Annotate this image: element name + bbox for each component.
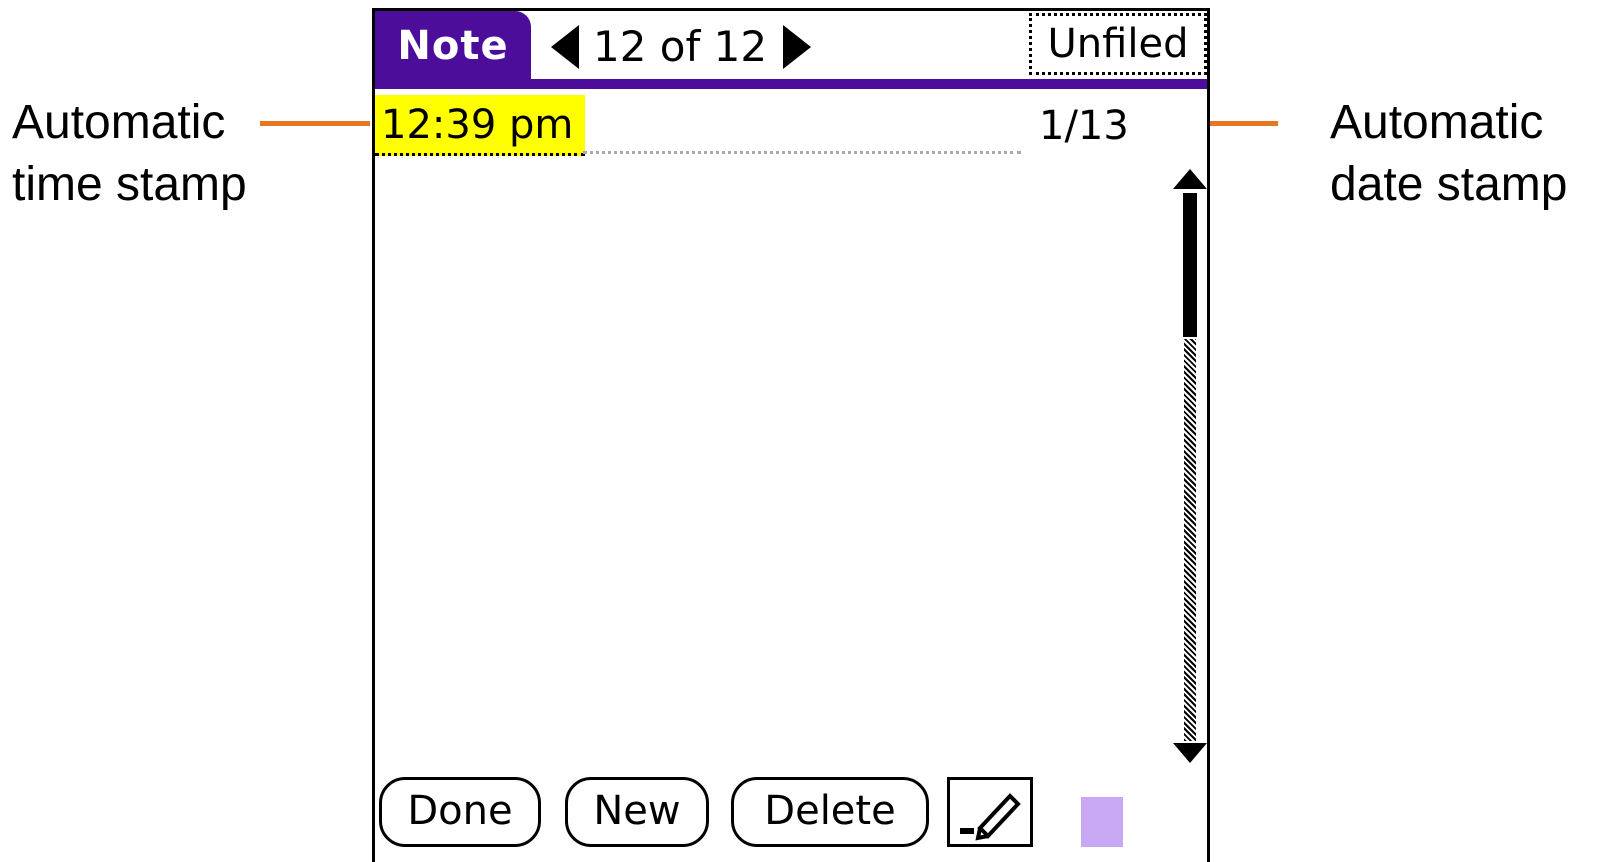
date-stamp-callout: Automatic date stamp [1330, 92, 1567, 216]
note-color-swatch [1081, 797, 1123, 847]
scroll-track[interactable] [1184, 339, 1196, 741]
scrollbar[interactable] [1173, 169, 1207, 769]
date-stamp: 1/13 [1039, 103, 1129, 149]
delete-button[interactable]: Delete [731, 777, 929, 847]
previous-record-arrow-icon[interactable] [551, 25, 579, 69]
note-screen: Note 12 of 12 Unfiled 12:39 pm 1/13 Done… [372, 8, 1210, 862]
time-stamp-leader-line [260, 121, 370, 126]
done-button[interactable]: Done [379, 777, 541, 847]
app-title[interactable]: Note [375, 11, 531, 79]
new-button[interactable]: New [565, 777, 709, 847]
title-bar-divider [375, 79, 1207, 89]
scroll-up-arrow-icon[interactable] [1173, 169, 1207, 189]
category-picker[interactable]: Unfiled [1029, 13, 1207, 75]
next-record-arrow-icon[interactable] [783, 25, 811, 69]
callout-right-line2: date stamp [1330, 158, 1568, 211]
pencil-icon-graphic [960, 793, 1021, 841]
record-count: 12 of 12 [593, 22, 768, 71]
scroll-down-arrow-icon[interactable] [1173, 743, 1207, 763]
scroll-thumb[interactable] [1183, 193, 1197, 337]
time-stamp[interactable]: 12:39 pm [375, 95, 586, 156]
callout-right-line1: Automatic [1330, 96, 1544, 149]
time-stamp-callout: Automatic time stamp [12, 92, 247, 216]
note-line-rule [583, 151, 1021, 154]
callout-left-line1: Automatic [12, 96, 226, 149]
callout-left-line2: time stamp [12, 158, 247, 211]
pencil-icon[interactable] [947, 777, 1033, 847]
